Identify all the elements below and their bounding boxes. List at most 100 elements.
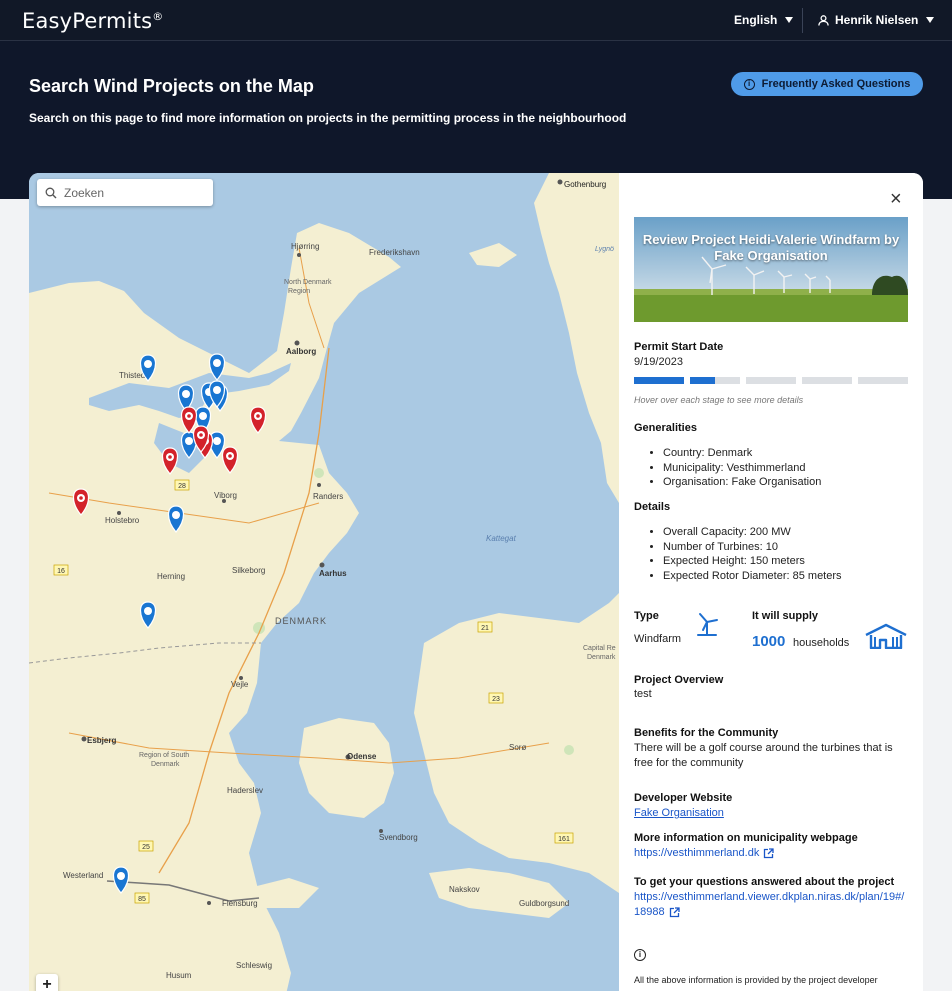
city-herning: Herning — [157, 572, 185, 581]
details-label: Details — [634, 501, 671, 513]
region-north-2: Region — [288, 288, 310, 295]
road-label-21: 21 — [481, 625, 489, 632]
road-label-23: 23 — [492, 696, 500, 703]
supply-value: 1000 — [752, 633, 786, 650]
city-randers: Randers — [313, 492, 343, 501]
city-hjorring: Hjørring — [291, 242, 319, 251]
project-banner: Review Project Heidi-Valerie Windfarm by… — [634, 217, 908, 322]
city-thisted: Thisted — [119, 371, 145, 380]
external-link-icon[interactable] — [763, 847, 774, 859]
permit-stage[interactable] — [634, 377, 684, 384]
city-esbjerg: Esbjerg — [87, 736, 116, 745]
type-value: Windfarm — [634, 633, 682, 645]
app-logo[interactable]: EasyPermits® — [22, 9, 163, 33]
questions-link-line-1[interactable]: https://vesthimmerland.viewer.dkplan.nir… — [634, 891, 904, 903]
language-label: English — [734, 13, 778, 27]
supply-label: It will supply — [752, 610, 819, 622]
region-south-1: Region of South — [139, 752, 189, 759]
city-soro: Sorø — [509, 743, 526, 752]
city-viborg: Viborg — [214, 491, 237, 500]
road-label-85: 85 — [138, 896, 146, 903]
map-view[interactable]: 28 16 21 25 85 161 23 Gothenburg Hjørrin… — [29, 173, 619, 991]
faq-button[interactable]: i Frequently Asked Questions — [731, 72, 923, 96]
chevron-down-icon — [926, 17, 935, 23]
close-icon[interactable]: × — [890, 189, 902, 209]
search-icon — [45, 187, 57, 198]
road-label-28: 28 — [178, 483, 186, 490]
city-gothenburg: Gothenburg — [564, 180, 606, 189]
list-item: Country: Denmark — [663, 446, 821, 461]
chevron-down-icon — [785, 17, 794, 23]
lake-lygno: Lygnö — [595, 246, 614, 253]
details-list: Overall Capacity: 200 MW Number of Turbi… — [663, 525, 842, 583]
developer-website-label: Developer Website — [634, 792, 733, 804]
permit-stage-fill — [634, 377, 684, 384]
map-search[interactable] — [37, 179, 213, 206]
generalities-label: Generalities — [634, 422, 697, 434]
page-subtitle: Search on this page to find more informa… — [29, 111, 627, 125]
registered-mark: ® — [152, 10, 164, 23]
generalities-list: Country: Denmark Municipality: Vesthimme… — [663, 446, 821, 490]
map-canvas[interactable]: 28 16 21 25 85 161 23 Gothenburg Hjørrin… — [29, 173, 619, 991]
user-name: Henrik Nielsen — [835, 13, 919, 27]
list-item: Organisation: Fake Organisation — [663, 475, 821, 490]
zoom-in-button[interactable]: + — [36, 974, 58, 991]
map-search-input[interactable] — [64, 185, 204, 200]
list-item: Number of Turbines: 10 — [663, 540, 842, 555]
wind-turbine-icon — [697, 613, 718, 636]
header-divider — [802, 8, 803, 33]
city-frederikshavn: Frederikshavn — [369, 248, 420, 257]
permit-start-label: Permit Start Date — [634, 341, 724, 353]
project-panel: × Review Project Heidi-Valerie Windfarm … — [619, 173, 923, 991]
permit-start-value: 9/19/2023 — [634, 356, 683, 368]
city-vejle: Vejle — [231, 680, 249, 689]
page-title: Search Wind Projects on the Map — [29, 76, 314, 96]
city-husum: Husum — [166, 971, 192, 980]
permit-stage[interactable] — [858, 377, 908, 384]
road-label-25: 25 — [142, 844, 150, 851]
municipality-label: More information on municipality webpage — [634, 832, 858, 844]
city-aalborg: Aalborg — [286, 347, 316, 356]
municipality-link[interactable]: https://vesthimmerland.dk — [634, 847, 759, 859]
permit-stage[interactable] — [690, 377, 740, 384]
permit-stages[interactable] — [634, 377, 908, 384]
supply-unit: households — [793, 637, 850, 649]
developer-website-link[interactable]: Fake Organisation — [634, 807, 724, 819]
app-name: EasyPermits — [22, 9, 153, 33]
faq-label: Frequently Asked Questions — [761, 78, 911, 90]
external-link-icon[interactable] — [669, 906, 680, 918]
country-denmark: DENMARK — [275, 616, 327, 626]
list-item: Overall Capacity: 200 MW — [663, 525, 842, 540]
city-flensburg: Flensburg — [222, 899, 258, 908]
permit-stage[interactable] — [746, 377, 796, 384]
permit-stage[interactable] — [802, 377, 852, 384]
region-north-1: North Denmark — [284, 279, 332, 286]
region-south-2: Denmark — [151, 761, 180, 768]
city-westerland: Westerland — [63, 871, 103, 880]
city-guldborgsund: Guldborgsund — [519, 899, 569, 908]
city-aarhus: Aarhus — [319, 569, 347, 578]
benefits-line-1: There will be a golf course around the t… — [634, 742, 893, 754]
questions-link-line-2[interactable]: 18988 — [634, 906, 665, 918]
road-label-161: 161 — [558, 836, 570, 843]
sea-kattegat: Kattegat — [486, 534, 517, 543]
list-item: Expected Height: 150 meters — [663, 554, 842, 569]
city-odense: Odense — [347, 752, 377, 761]
region-capital-1: Capital Re — [583, 645, 616, 652]
top-bar: EasyPermits® English Henrik Nielsen — [0, 0, 952, 41]
stage-hint: Hover over each stage to see more detail… — [634, 395, 804, 405]
city-haderslev: Haderslev — [227, 786, 263, 795]
city-nakskov: Nakskov — [449, 885, 480, 894]
info-icon: i — [634, 949, 646, 961]
language-select[interactable]: English — [734, 13, 794, 27]
road-label-16: 16 — [57, 568, 65, 575]
benefits-line-2: free for the community — [634, 757, 744, 769]
households-icon — [865, 623, 907, 649]
banner-title: Review Project Heidi-Valerie Windfarm by… — [642, 232, 900, 263]
city-schleswig: Schleswig — [236, 961, 272, 970]
user-menu[interactable]: Henrik Nielsen — [818, 13, 935, 27]
map-card: 28 16 21 25 85 161 23 Gothenburg Hjørrin… — [29, 173, 923, 991]
disclaimer-note: All the above information is provided by… — [634, 975, 878, 985]
city-silkeborg: Silkeborg — [232, 566, 265, 575]
questions-label: To get your questions answered about the… — [634, 876, 895, 888]
